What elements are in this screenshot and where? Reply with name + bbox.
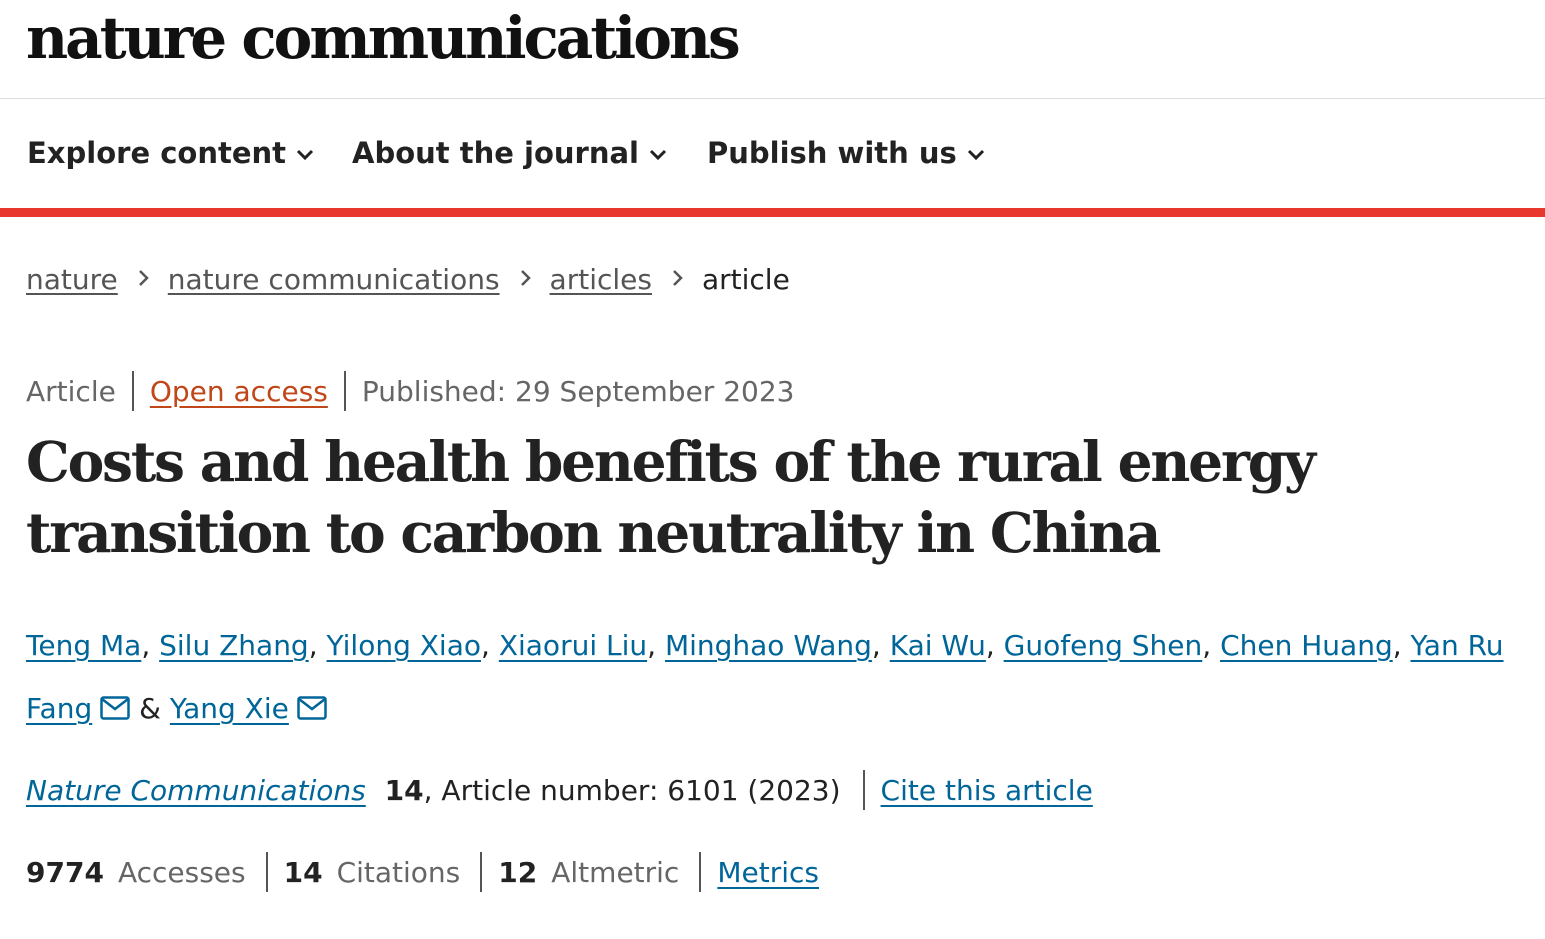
- author-link[interactable]: Chen Huang: [1220, 629, 1393, 662]
- journal-link[interactable]: Nature Communications: [26, 774, 366, 807]
- divider: [862, 770, 865, 810]
- author-link[interactable]: Minghao Wang: [665, 629, 872, 662]
- chevron-down-icon: [967, 133, 985, 169]
- author-link[interactable]: Guofeng Shen: [1004, 629, 1203, 662]
- open-access-link[interactable]: Open access: [150, 375, 328, 408]
- nav-publish-with-us-label: Publish with us: [707, 136, 957, 170]
- chevron-down-icon: [296, 133, 314, 169]
- author-link[interactable]: Xiaorui Liu: [499, 629, 647, 662]
- author-separator: ,: [481, 629, 499, 662]
- metrics-link[interactable]: Metrics: [717, 856, 819, 889]
- breadcrumb: nature nature communications articles artic…: [26, 262, 790, 299]
- chevron-down-icon: [649, 133, 667, 169]
- author-separator: ,: [1392, 629, 1411, 662]
- main-nav: Explore content About the journal Publis…: [0, 99, 1545, 217]
- altmetric-label: Altmetric: [551, 856, 680, 889]
- site-logo[interactable]: nature communications: [26, 2, 741, 74]
- author-separator: ,: [1202, 629, 1221, 662]
- divider: [265, 852, 268, 892]
- nav-explore-content-label: Explore content: [27, 136, 287, 170]
- author-separator: ,: [141, 629, 160, 662]
- citations-count: 14: [283, 856, 323, 889]
- altmetric-score: 12: [498, 856, 538, 889]
- nav-about-the-journal-label: About the journal: [352, 136, 639, 170]
- divider: [131, 371, 134, 411]
- nav-about-the-journal[interactable]: About the journal: [352, 135, 667, 173]
- chevron-right-icon: [138, 260, 150, 296]
- divider: [480, 852, 483, 892]
- article-title: Costs and health benefits of the rural e…: [26, 429, 1316, 565]
- article-type: Article: [26, 375, 116, 408]
- author-link[interactable]: Kai Wu: [890, 629, 986, 662]
- author-separator: ,: [871, 629, 890, 662]
- citation-line: Nature Communications 14, Article number…: [26, 770, 1093, 812]
- masthead: nature communications: [0, 0, 1545, 99]
- author-separator: ,: [985, 629, 1004, 662]
- chevron-right-icon: [672, 260, 684, 296]
- article-metrics: 9774 Accesses 14 Citations 12 Altmetric Metric…: [26, 852, 819, 894]
- author-separator: &: [130, 692, 170, 725]
- accesses-count: 9774: [26, 856, 104, 889]
- author-link[interactable]: Silu Zhang: [159, 629, 309, 662]
- breadcrumb-link-nature-communications[interactable]: nature communications: [168, 263, 500, 296]
- divider: [343, 371, 346, 411]
- author-list: Teng Ma, Silu Zhang, Yilong Xiao, Xiaoru…: [26, 614, 1506, 742]
- author-link[interactable]: Yang Xie: [170, 692, 289, 725]
- accesses-label: Accesses: [117, 856, 246, 889]
- published-date: Published: 29 September 2023: [361, 375, 795, 408]
- article-meta: Article Open access Published: 29 Septembe…: [26, 371, 795, 413]
- divider: [699, 852, 702, 892]
- citations-label: Citations: [336, 856, 461, 889]
- chevron-right-icon: [520, 260, 532, 296]
- author-separator: ,: [308, 629, 327, 662]
- breadcrumb-current: article: [701, 263, 790, 296]
- mail-icon[interactable]: [297, 679, 327, 742]
- journal-volume: 14: [384, 774, 424, 807]
- breadcrumb-link-articles[interactable]: articles: [550, 263, 652, 296]
- article-number: , Article number: 6101 (2023): [423, 774, 841, 807]
- breadcrumb-link-nature[interactable]: nature: [26, 263, 118, 296]
- nav-explore-content[interactable]: Explore content: [27, 135, 314, 173]
- author-separator: ,: [647, 629, 665, 662]
- author-link[interactable]: Yilong Xiao: [327, 629, 481, 662]
- mail-icon[interactable]: [100, 679, 130, 742]
- cite-this-article-link[interactable]: Cite this article: [881, 774, 1093, 807]
- author-link[interactable]: Teng Ma: [26, 629, 141, 662]
- nav-publish-with-us[interactable]: Publish with us: [707, 135, 985, 173]
